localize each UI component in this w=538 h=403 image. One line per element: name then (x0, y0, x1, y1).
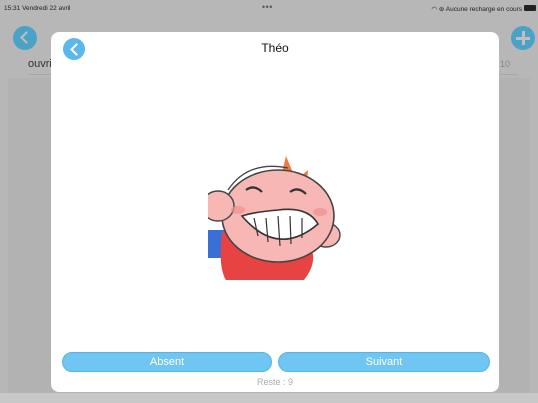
absent-button[interactable]: Absent (62, 352, 272, 372)
charging-status: Aucune recharge en cours (445, 6, 522, 13)
background-bottom-strip (0, 393, 538, 403)
remaining-count: Reste : 9 (256, 377, 294, 387)
background-add-button (511, 26, 535, 50)
battery-icon (524, 5, 536, 11)
student-modal: Théo Absent Suivant Reste : 9 (51, 32, 499, 392)
status-bar: 15:31 Vendredi 22 avril ••• ◠ ⊛ Aucune r… (0, 0, 538, 18)
student-name: Théo (261, 41, 289, 55)
orientation-lock-icon: ⊛ (438, 6, 445, 13)
status-right: ◠ ⊛ Aucune recharge en cours (431, 5, 522, 13)
background-count: 10 (500, 59, 511, 69)
status-time: 15:31 Vendredi 22 avril (4, 5, 71, 12)
background-list-label: ouvri (28, 58, 52, 70)
student-avatar (208, 156, 341, 280)
background-back-button (13, 26, 37, 50)
wifi-icon: ◠ (431, 6, 438, 13)
next-button[interactable]: Suivant (278, 352, 490, 372)
multitasking-dots[interactable]: ••• (262, 2, 273, 12)
